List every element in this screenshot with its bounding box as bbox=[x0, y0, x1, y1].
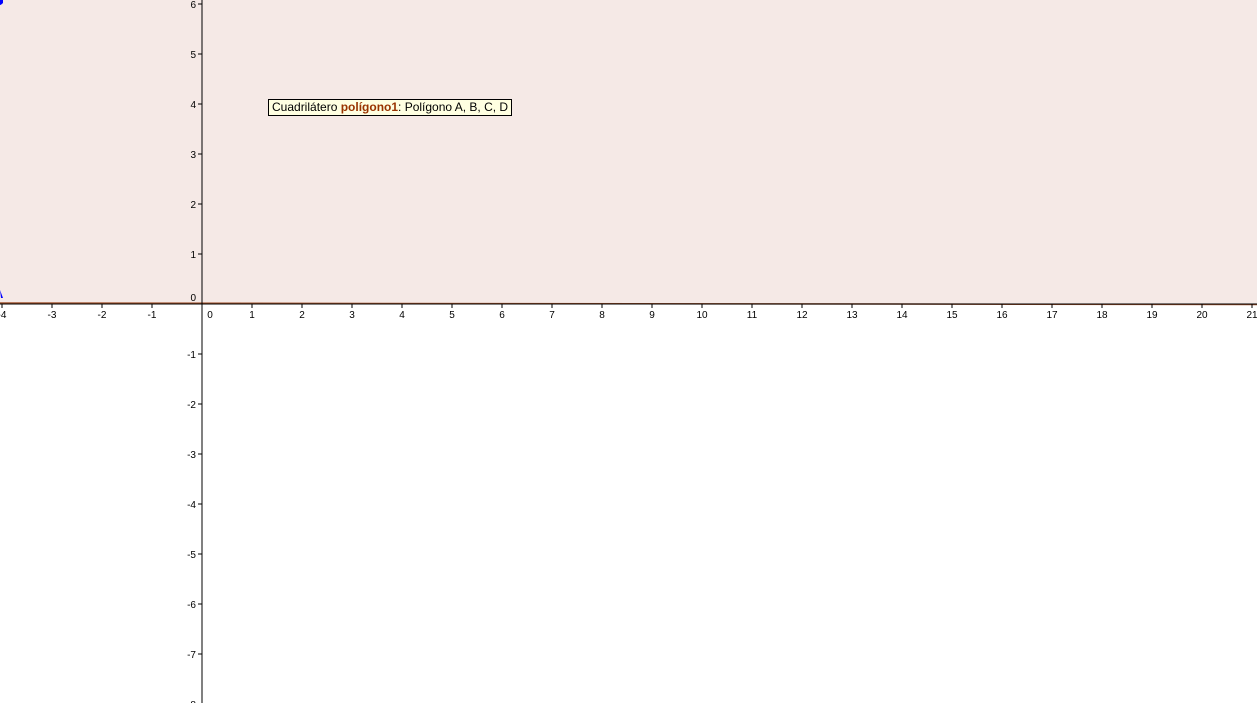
x-tick-label: 13 bbox=[846, 310, 858, 321]
x-tick-label: 18 bbox=[1096, 310, 1108, 321]
x-tick-label: 4 bbox=[399, 310, 405, 321]
y-tick-label: -6 bbox=[187, 600, 196, 611]
object-tooltip: Cuadrilátero polígono1: Polígono A, B, C… bbox=[268, 99, 513, 116]
y-tick-label: 3 bbox=[190, 150, 196, 161]
x-tick-label: 2 bbox=[299, 310, 305, 321]
y-tick-label: 4 bbox=[190, 100, 196, 111]
x-tick-label: 21 bbox=[1246, 310, 1257, 321]
y-tick-label: 6 bbox=[190, 0, 196, 11]
x-tick-label: 3 bbox=[349, 310, 355, 321]
y-tick-label: 5 bbox=[190, 50, 196, 61]
x-tick-label: 6 bbox=[499, 310, 505, 321]
y-tick-label: -4 bbox=[187, 500, 196, 511]
y-tick-label: 2 bbox=[190, 200, 196, 211]
x-tick-label: 9 bbox=[649, 310, 655, 321]
x-tick-label: 15 bbox=[946, 310, 958, 321]
tooltip-object-name: polígono1 bbox=[340, 100, 399, 114]
x-tick-label: 19 bbox=[1146, 310, 1158, 321]
x-tick-label: -4 bbox=[0, 310, 7, 321]
x-tick-label: 11 bbox=[747, 310, 758, 321]
y-tick-label: -2 bbox=[187, 400, 196, 411]
x-tick-label: 12 bbox=[796, 310, 808, 321]
x-tick-label: -2 bbox=[98, 310, 107, 321]
x-tick-label: 17 bbox=[1046, 310, 1058, 321]
x-tick-label: -1 bbox=[148, 310, 157, 321]
x-tick-label: -3 bbox=[48, 310, 57, 321]
x-tick-label: 1 bbox=[249, 310, 255, 321]
x-axis-ticks: -4-3-2-112345678910111213141516171819202… bbox=[0, 304, 1257, 321]
y-tick-label: -1 bbox=[187, 350, 196, 361]
x-origin-label: 0 bbox=[207, 310, 213, 321]
x-tick-label: 7 bbox=[549, 310, 555, 321]
y-tick-label: 1 bbox=[190, 250, 196, 261]
x-tick-label: 10 bbox=[696, 310, 708, 321]
x-tick-label: 20 bbox=[1196, 310, 1208, 321]
x-tick-label: 5 bbox=[449, 310, 455, 321]
x-tick-label: 16 bbox=[996, 310, 1008, 321]
tooltip-suffix: : Polígono A, B, C, D bbox=[398, 100, 509, 114]
y-tick-label: -5 bbox=[187, 550, 196, 561]
x-tick-label: 14 bbox=[896, 310, 908, 321]
graphics-view[interactable]: -4-3-2-112345678910111213141516171819202… bbox=[0, 0, 1257, 703]
x-tick-label: 8 bbox=[599, 310, 605, 321]
polygon-fill[interactable] bbox=[0, 0, 1257, 304]
tooltip-prefix: Cuadrilátero bbox=[272, 100, 341, 114]
y-tick-label: -3 bbox=[187, 450, 196, 461]
origin-label: 0 bbox=[190, 293, 196, 304]
y-tick-label: -7 bbox=[187, 650, 196, 661]
coordinate-plane[interactable]: -4-3-2-112345678910111213141516171819202… bbox=[0, 0, 1257, 703]
